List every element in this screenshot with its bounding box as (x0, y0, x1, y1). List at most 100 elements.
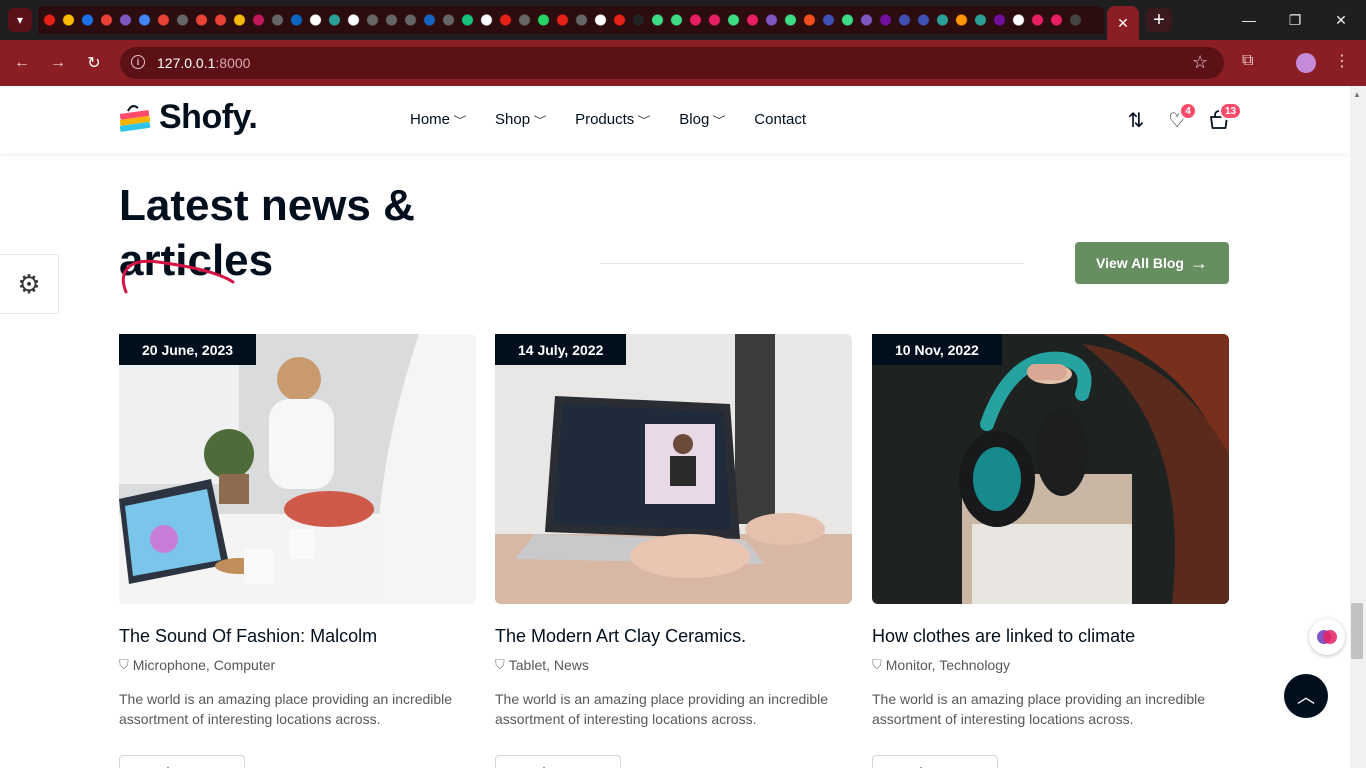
nav-products[interactable]: Products ﹀ (575, 111, 651, 128)
tab-favicon-icon[interactable] (192, 13, 211, 27)
tab-favicon-icon[interactable] (895, 13, 914, 27)
page-scrollbar[interactable] (1350, 86, 1366, 768)
tab-favicon-icon[interactable] (952, 13, 971, 27)
nav-blog[interactable]: Blog ﹀ (679, 111, 726, 128)
profile-avatar[interactable] (1296, 53, 1316, 73)
tab-favicon-icon[interactable] (59, 13, 78, 27)
post-thumbnail[interactable] (495, 334, 852, 604)
tab-favicon-icon[interactable] (401, 13, 420, 27)
restore-icon[interactable]: ❐ (1272, 0, 1318, 40)
address-bar[interactable] (120, 47, 1224, 79)
tab-favicon-icon[interactable] (876, 13, 895, 27)
close-window-icon[interactable]: ✕ (1318, 0, 1364, 40)
tab-favicon-icon[interactable] (933, 13, 952, 27)
logo-icon[interactable] (118, 102, 152, 136)
tab-favicon-icon[interactable] (705, 13, 724, 27)
view-all-blog-button[interactable]: View All Blog → (1075, 242, 1229, 284)
tab-search-button[interactable]: ▾ (8, 8, 32, 32)
tab-favicon-icon[interactable] (116, 13, 135, 27)
browser-menu-icon[interactable]: ⋮ (1334, 51, 1350, 71)
tab-favicon-icon[interactable] (477, 13, 496, 27)
post-thumbnail[interactable] (119, 334, 476, 604)
back-icon[interactable]: ← (10, 51, 34, 75)
post-tags: ⛉ Microphone, Computer (119, 657, 276, 673)
tab-favicon-icon[interactable] (1066, 13, 1085, 27)
post-date: 10 Nov, 2022 (872, 334, 1002, 365)
tab-favicon-icon[interactable] (154, 13, 173, 27)
tab-favicon-icon[interactable] (97, 13, 116, 27)
tab-favicon-icon[interactable] (762, 13, 781, 27)
read-more-button[interactable]: Read More (872, 755, 998, 768)
tab-favicon-icon[interactable] (857, 13, 876, 27)
tab-favicon-icon[interactable] (591, 13, 610, 27)
tab-favicon-icon[interactable] (800, 13, 819, 27)
tab-favicon-icon[interactable] (534, 13, 553, 27)
tab-favicon-icon[interactable] (211, 13, 230, 27)
tab-favicon-icon[interactable] (629, 13, 648, 27)
logo-text[interactable]: Shofy. (159, 98, 258, 137)
compare-icon[interactable]: ⇅ (1124, 108, 1148, 132)
read-more-button[interactable]: Read More (495, 755, 621, 768)
chevron-down-icon: ﹀ (453, 116, 467, 127)
tab-favicon-icon[interactable] (439, 13, 458, 27)
tab-favicon-icon[interactable] (1009, 13, 1028, 27)
tab-favicon-icon[interactable] (382, 13, 401, 27)
tab-favicon-icon[interactable] (572, 13, 591, 27)
back-to-top-button[interactable]: ︿ (1284, 674, 1328, 718)
tab-favicon-icon[interactable] (1047, 13, 1066, 27)
settings-gear-icon[interactable]: ⚙ (0, 254, 59, 314)
post-thumbnail[interactable] (872, 334, 1229, 604)
nav-contact[interactable]: Contact (754, 111, 806, 128)
tab-favicon-icon[interactable] (230, 13, 249, 27)
tab-favicon-icon[interactable] (667, 13, 686, 27)
url-text[interactable]: 127.0.0.1:8000 (157, 55, 250, 71)
tab-favicon-icon[interactable] (743, 13, 762, 27)
tab-favicon-icon[interactable] (306, 13, 325, 27)
scroll-up-icon[interactable]: ▲ (1353, 90, 1361, 99)
extensions-icon[interactable]: ⧉ (1242, 52, 1253, 70)
tab-favicon-icon[interactable] (1028, 13, 1047, 27)
nav-shop[interactable]: Shop ﹀ (495, 111, 547, 128)
tab-favicon-icon[interactable] (648, 13, 667, 27)
tab-favicon-icon[interactable] (325, 13, 344, 27)
tab-favicon-icon[interactable] (724, 13, 743, 27)
tab-favicon-icon[interactable] (515, 13, 534, 27)
new-tab-button[interactable]: + (1146, 8, 1172, 32)
post-title[interactable]: The Sound Of Fashion: Malcolm (119, 626, 377, 647)
post-title[interactable]: How clothes are linked to climate (872, 626, 1135, 647)
tab-favicon-icon[interactable] (838, 13, 857, 27)
scrollbar-thumb[interactable] (1351, 603, 1363, 659)
tab-favicon-icon[interactable] (249, 13, 268, 27)
forward-icon[interactable]: → (46, 51, 70, 75)
tab-favicon-icon[interactable] (420, 13, 439, 27)
bookmark-star-icon[interactable]: ☆ (1192, 52, 1208, 73)
tab-favicon-icon[interactable] (78, 13, 97, 27)
tab-favicon-icon[interactable] (173, 13, 192, 27)
reload-icon[interactable]: ↻ (82, 51, 106, 75)
tab-favicon-icon[interactable] (819, 13, 838, 27)
tab-favicon-icon[interactable] (971, 13, 990, 27)
tab-favicon-icon[interactable] (363, 13, 382, 27)
tab-favicon-icon[interactable] (496, 13, 515, 27)
assistant-widget-icon[interactable] (1309, 619, 1345, 655)
tab-favicon-icon[interactable] (990, 13, 1009, 27)
tab-favicon-icon[interactable] (914, 13, 933, 27)
tab-favicon-icon[interactable] (287, 13, 306, 27)
tab-favicon-icon[interactable] (781, 13, 800, 27)
arrow-right-icon: → (1189, 252, 1208, 273)
tab-favicon-icon[interactable] (686, 13, 705, 27)
nav-home[interactable]: Home ﹀ (410, 111, 467, 128)
tab-favicon-icon[interactable] (458, 13, 477, 27)
brain-icon (1317, 630, 1337, 644)
post-title[interactable]: The Modern Art Clay Ceramics. (495, 626, 746, 647)
site-info-icon[interactable]: i (131, 55, 145, 69)
minimize-icon[interactable]: — (1226, 0, 1272, 40)
tab-favicon-icon[interactable] (268, 13, 287, 27)
read-more-button[interactable]: Read More (119, 755, 245, 768)
tab-favicon-icon[interactable] (40, 13, 59, 27)
tab-favicon-icon[interactable] (553, 13, 572, 27)
tab-favicon-icon[interactable] (135, 13, 154, 27)
tab-favicon-icon[interactable] (610, 13, 629, 27)
tab-favicon-icon[interactable] (344, 13, 363, 27)
active-tab-close-icon[interactable]: ✕ (1107, 6, 1139, 40)
